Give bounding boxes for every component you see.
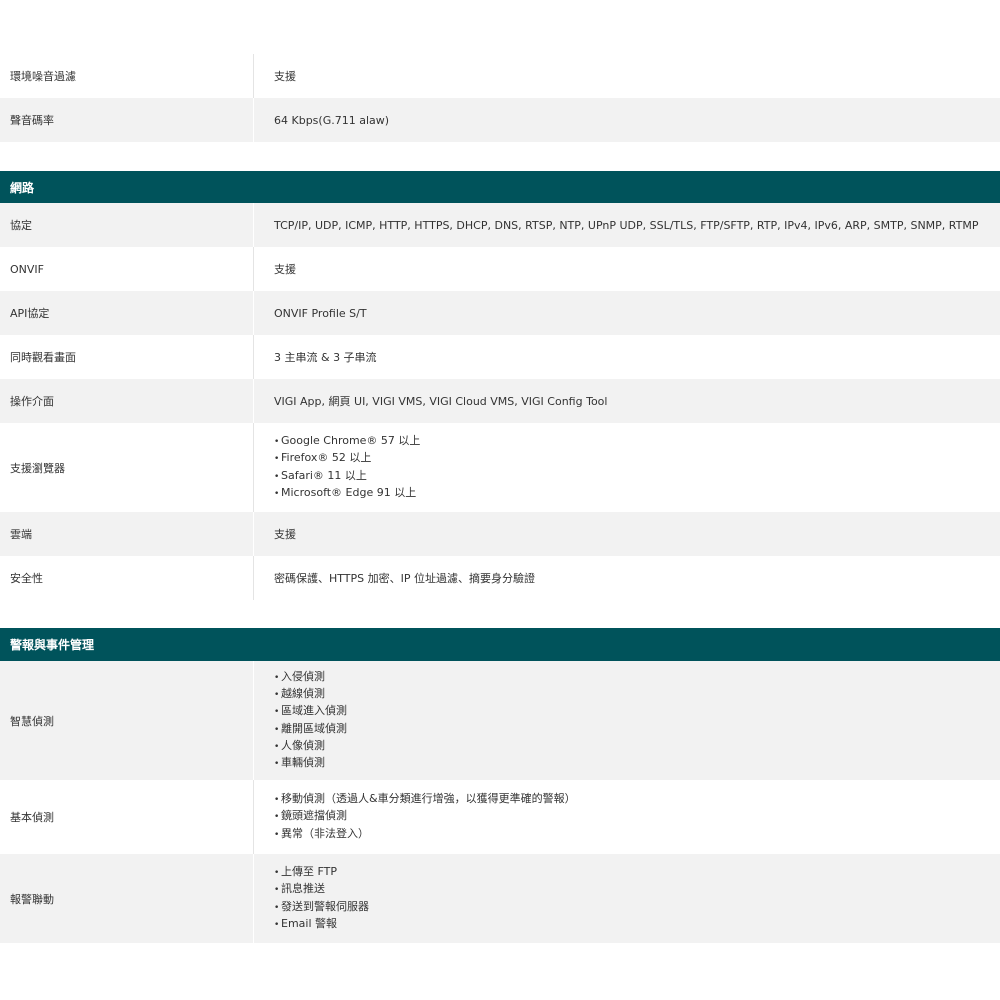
browser-list: Google Chrome® 57 以上 Firefox® 52 以上 Safa… <box>274 433 1000 502</box>
spec-label: 安全性 <box>0 556 254 600</box>
list-item: 鏡頭遮擋偵測 <box>274 808 1000 825</box>
spec-row-smart-detection: 智慧偵測 入侵偵測 越線偵測 區域進入偵測 離開區域偵測 人像偵測 車輛偵測 <box>0 661 1000 780</box>
spec-row-browsers: 支援瀏覽器 Google Chrome® 57 以上 Firefox® 52 以… <box>0 423 1000 512</box>
spec-label: API協定 <box>0 291 254 335</box>
spec-value: 支援 <box>274 263 296 276</box>
list-item: Email 警報 <box>274 916 1000 933</box>
list-item: Google Chrome® 57 以上 <box>274 433 1000 450</box>
list-item: 異常（非法登入） <box>274 826 1000 843</box>
basic-detection-list: 移動偵測（透過人&車分類進行增強，以獲得更準確的警報） 鏡頭遮擋偵測 異常（非法… <box>274 791 1000 843</box>
spec-label: 聲音碼率 <box>0 98 254 142</box>
spec-value: ONVIF Profile S/T <box>274 306 367 320</box>
list-item: 車輛偵測 <box>274 755 1000 772</box>
list-item: 移動偵測（透過人&車分類進行增強，以獲得更準確的警報） <box>274 791 1000 808</box>
spec-row-interface: 操作介面 VIGI App, 網頁 UI, VIGI VMS, VIGI Clo… <box>0 379 1000 423</box>
spec-value: 支援 <box>274 70 296 83</box>
spec-label: 智慧偵測 <box>0 661 254 780</box>
spec-row-alarm-linkage: 報警聯動 上傳至 FTP 訊息推送 發送到警報伺服器 Email 警報 <box>0 854 1000 943</box>
spec-label: 同時觀看畫面 <box>0 335 254 379</box>
section-header-network: 網路 <box>0 171 1000 203</box>
spec-row-api: API協定 ONVIF Profile S/T <box>0 291 1000 335</box>
spec-value: 移動偵測（透過人&車分類進行增強，以獲得更準確的警報） 鏡頭遮擋偵測 異常（非法… <box>254 791 1000 843</box>
audio-spec-table: 環境噪音過濾 支援 聲音碼率 64 Kbps(G.711 alaw) <box>0 54 1000 142</box>
spec-value: 密碼保護、HTTPS 加密、IP 位址過濾、摘要身分驗證 <box>274 572 536 585</box>
spec-label: 協定 <box>0 203 254 247</box>
section-header-alarm: 警報與事件管理 <box>0 628 1000 661</box>
spec-label: 支援瀏覽器 <box>0 423 254 512</box>
list-item: 上傳至 FTP <box>274 864 1000 881</box>
list-item: Firefox® 52 以上 <box>274 450 1000 467</box>
spec-value: 3 主串流 & 3 子串流 <box>274 351 377 364</box>
list-item: 訊息推送 <box>274 881 1000 898</box>
spec-row-security: 安全性 密碼保護、HTTPS 加密、IP 位址過濾、摘要身分驗證 <box>0 556 1000 600</box>
alarm-spec-table: 智慧偵測 入侵偵測 越線偵測 區域進入偵測 離開區域偵測 人像偵測 車輛偵測 基… <box>0 661 1000 943</box>
spec-row-cloud: 雲端 支援 <box>0 512 1000 556</box>
list-item: 區域進入偵測 <box>274 703 1000 720</box>
smart-detection-list: 入侵偵測 越線偵測 區域進入偵測 離開區域偵測 人像偵測 車輛偵測 <box>274 669 1000 773</box>
list-item: Microsoft® Edge 91 以上 <box>274 485 1000 502</box>
spec-value: 支援 <box>274 528 296 541</box>
spec-row-noise-filter: 環境噪音過濾 支援 <box>0 54 1000 98</box>
network-spec-table: 協定 TCP/IP, UDP, ICMP, HTTP, HTTPS, DHCP,… <box>0 203 1000 600</box>
list-item: 發送到警報伺服器 <box>274 899 1000 916</box>
spec-row-onvif: ONVIF 支援 <box>0 247 1000 291</box>
spec-label: 雲端 <box>0 512 254 556</box>
spec-label: 操作介面 <box>0 379 254 423</box>
spec-value: Google Chrome® 57 以上 Firefox® 52 以上 Safa… <box>254 433 1000 502</box>
spec-row-audio-bitrate: 聲音碼率 64 Kbps(G.711 alaw) <box>0 98 1000 142</box>
list-item: 越線偵測 <box>274 686 1000 703</box>
spec-row-protocol: 協定 TCP/IP, UDP, ICMP, HTTP, HTTPS, DHCP,… <box>0 203 1000 247</box>
spec-label: 基本偵測 <box>0 780 254 854</box>
spec-label: 環境噪音過濾 <box>0 54 254 98</box>
spec-value: 入侵偵測 越線偵測 區域進入偵測 離開區域偵測 人像偵測 車輛偵測 <box>254 669 1000 773</box>
spec-row-basic-detection: 基本偵測 移動偵測（透過人&車分類進行增強，以獲得更準確的警報） 鏡頭遮擋偵測 … <box>0 780 1000 854</box>
spec-value: VIGI App, 網頁 UI, VIGI VMS, VIGI Cloud VM… <box>274 395 608 408</box>
spec-value: 64 Kbps(G.711 alaw) <box>274 113 390 127</box>
list-item: 離開區域偵測 <box>274 721 1000 738</box>
spec-value: 上傳至 FTP 訊息推送 發送到警報伺服器 Email 警報 <box>254 864 1000 933</box>
list-item: 人像偵測 <box>274 738 1000 755</box>
spec-label: 報警聯動 <box>0 854 254 943</box>
spec-label: ONVIF <box>0 247 254 291</box>
spec-value: TCP/IP, UDP, ICMP, HTTP, HTTPS, DHCP, DN… <box>274 218 979 232</box>
spec-row-simultaneous-view: 同時觀看畫面 3 主串流 & 3 子串流 <box>0 335 1000 379</box>
alarm-linkage-list: 上傳至 FTP 訊息推送 發送到警報伺服器 Email 警報 <box>274 864 1000 933</box>
list-item: Safari® 11 以上 <box>274 468 1000 485</box>
list-item: 入侵偵測 <box>274 669 1000 686</box>
